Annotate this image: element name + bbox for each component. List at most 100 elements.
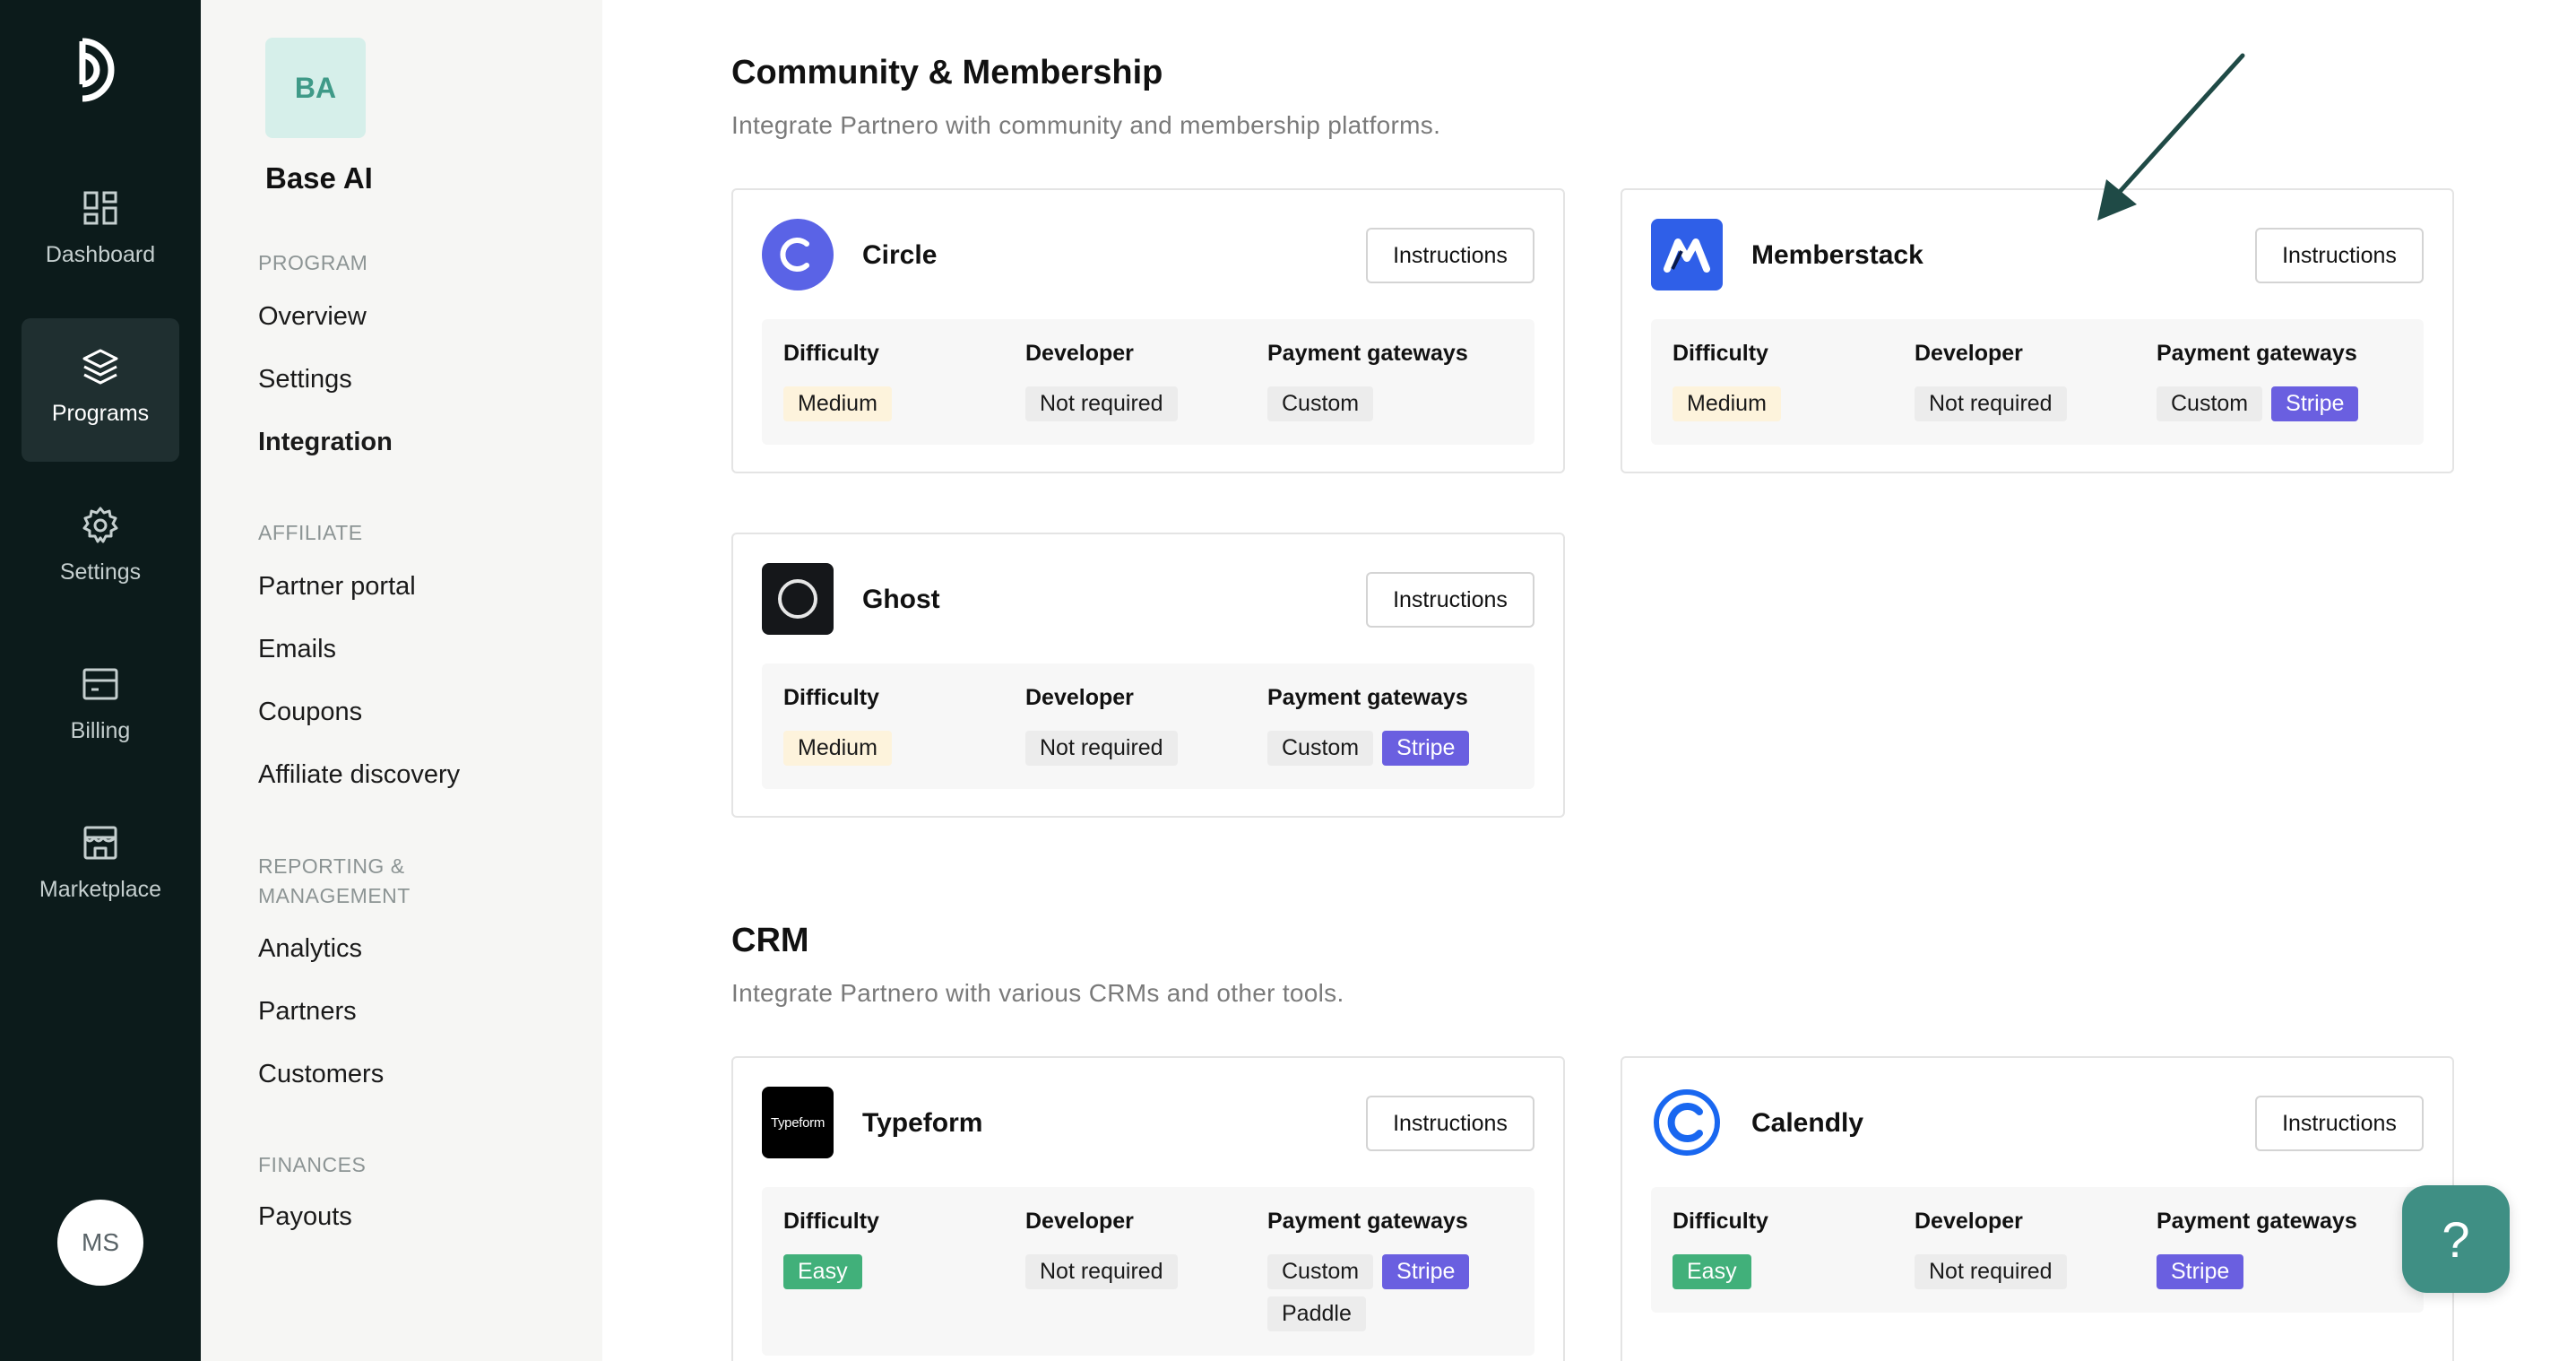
- payment-gateways-label: Payment gateways: [1267, 341, 1468, 366]
- section-title-affiliate: AFFILIATE: [258, 521, 363, 544]
- nav-overview[interactable]: Overview: [258, 302, 367, 332]
- rail-item-dashboard[interactable]: Dashboard: [22, 160, 179, 303]
- difficulty-badge: Medium: [783, 731, 892, 766]
- section-description-crm: Integrate Partnero with various CRMs and…: [731, 979, 1344, 1007]
- difficulty-label: Difficulty: [1673, 341, 1768, 366]
- gateway-badge: Custom: [1267, 731, 1374, 766]
- help-button[interactable]: ?: [2402, 1185, 2510, 1293]
- integration-name: Ghost: [862, 585, 940, 614]
- memberstack-logo-icon: [1651, 219, 1723, 290]
- org-name: Base AI: [265, 161, 373, 195]
- integration-details: Difficulty Easy Developer Not required Pay…: [1651, 1187, 2424, 1313]
- integration-card-calendly: Calendly Instructions Difficulty Easy Dev…: [1621, 1056, 2454, 1361]
- rail-item-billing[interactable]: Billing: [22, 636, 179, 779]
- section-title-reporting: REPORTING & MANAGEMENT: [258, 854, 411, 907]
- gateway-badge: Paddle: [1267, 1296, 1366, 1331]
- program-subnav: BA Base AI PROGRAM Overview Settings Int…: [201, 0, 602, 1361]
- nav-affiliate-discovery[interactable]: Affiliate discovery: [258, 760, 460, 790]
- nav-integration[interactable]: Integration: [258, 428, 393, 457]
- integration-details: Difficulty Medium Developer Not required P…: [762, 319, 1534, 445]
- payment-gateways-label: Payment gateways: [2157, 1209, 2357, 1234]
- difficulty-badge: Medium: [1673, 386, 1781, 421]
- developer-badge: Not required: [1025, 1254, 1178, 1289]
- developer-label: Developer: [1915, 341, 2023, 366]
- developer-label: Developer: [1915, 1209, 2023, 1234]
- difficulty-label: Difficulty: [1673, 1209, 1768, 1234]
- difficulty-badge: Easy: [783, 1254, 862, 1289]
- developer-badge: Not required: [1915, 1254, 2067, 1289]
- gateway-badge: Custom: [1267, 1254, 1374, 1289]
- payment-gateways-label: Payment gateways: [1267, 685, 1468, 710]
- dashboard-icon: [83, 191, 117, 225]
- developer-label: Developer: [1025, 341, 1134, 366]
- difficulty-badge: Easy: [1673, 1254, 1751, 1289]
- instructions-button[interactable]: Instructions: [2255, 228, 2424, 283]
- payment-gateways-label: Payment gateways: [1267, 1209, 1468, 1234]
- section-description-community: Integrate Partnero with community and me…: [731, 111, 1441, 139]
- developer-badge: Not required: [1025, 386, 1178, 421]
- rail-label: Dashboard: [45, 242, 156, 267]
- nav-partner-portal[interactable]: Partner portal: [258, 572, 416, 602]
- typeform-logo-icon: Typeform: [762, 1087, 834, 1158]
- partnero-logo-icon[interactable]: [72, 36, 129, 104]
- integration-name: Typeform: [862, 1108, 983, 1138]
- integration-details: Difficulty Medium Developer Not required P…: [762, 663, 1534, 789]
- integration-card-ghost: Ghost Instructions Difficulty Medium Deve…: [731, 533, 1565, 818]
- section-title-program: PROGRAM: [258, 251, 368, 274]
- rail-label: Programs: [51, 401, 150, 426]
- nav-analytics[interactable]: Analytics: [258, 934, 362, 964]
- main-rail: Dashboard Programs Settings Billing Mark…: [0, 0, 201, 1361]
- difficulty-label: Difficulty: [783, 341, 879, 366]
- circle-logo-icon: [762, 219, 834, 290]
- nav-partners[interactable]: Partners: [258, 997, 357, 1027]
- developer-label: Developer: [1025, 685, 1134, 710]
- instructions-button[interactable]: Instructions: [2255, 1096, 2424, 1151]
- integration-details: Difficulty Easy Developer Not required Pay…: [762, 1187, 1534, 1356]
- difficulty-label: Difficulty: [783, 1209, 879, 1234]
- nav-coupons[interactable]: Coupons: [258, 698, 362, 727]
- payment-gateways-label: Payment gateways: [2157, 341, 2357, 366]
- gear-icon: [82, 507, 118, 543]
- integration-card-typeform: Typeform Typeform Instructions Difficult…: [731, 1056, 1565, 1361]
- section-title-community: Community & Membership: [731, 54, 1163, 91]
- layers-icon: [82, 349, 118, 385]
- gateway-badge-stripe: Stripe: [1382, 1254, 1470, 1289]
- nav-emails[interactable]: Emails: [258, 635, 336, 664]
- nav-payouts[interactable]: Payouts: [258, 1202, 352, 1232]
- instructions-button[interactable]: Instructions: [1366, 572, 1534, 628]
- ghost-logo-icon: [762, 563, 834, 635]
- integration-name: Calendly: [1751, 1108, 1864, 1138]
- nav-settings[interactable]: Settings: [258, 365, 352, 394]
- rail-item-marketplace[interactable]: Marketplace: [22, 794, 179, 938]
- instructions-button[interactable]: Instructions: [1366, 228, 1534, 283]
- developer-label: Developer: [1025, 1209, 1134, 1234]
- gateway-badge-stripe: Stripe: [1382, 731, 1470, 766]
- integration-name: Circle: [862, 240, 938, 270]
- integration-details: Difficulty Medium Developer Not required P…: [1651, 319, 2424, 445]
- main-content: Community & Membership Integrate Partner…: [602, 0, 2576, 1361]
- rail-item-programs[interactable]: Programs: [22, 318, 179, 462]
- user-avatar[interactable]: MS: [57, 1200, 143, 1286]
- gateway-badge-stripe: Stripe: [2271, 386, 2359, 421]
- section-title-crm: CRM: [731, 922, 809, 959]
- integration-card-memberstack: Memberstack Instructions Difficulty Mediu…: [1621, 188, 2454, 473]
- billing-icon: [82, 668, 118, 700]
- integration-name: Memberstack: [1751, 240, 1923, 270]
- rail-label: Settings: [59, 559, 142, 585]
- store-icon: [83, 826, 117, 860]
- nav-customers[interactable]: Customers: [258, 1060, 384, 1089]
- gateway-badge-stripe: Stripe: [2157, 1254, 2244, 1289]
- rail-label: Billing: [70, 718, 131, 743]
- annotation-arrow-icon: [2097, 53, 2245, 221]
- calendly-logo-icon: [1651, 1087, 1723, 1158]
- developer-badge: Not required: [1025, 731, 1178, 766]
- rail-label: Marketplace: [39, 877, 162, 902]
- org-avatar: BA: [265, 38, 366, 138]
- gateway-badge: Custom: [2157, 386, 2263, 421]
- instructions-button[interactable]: Instructions: [1366, 1096, 1534, 1151]
- integration-card-circle: Circle Instructions Difficulty Medium Dev…: [731, 188, 1565, 473]
- rail-item-settings[interactable]: Settings: [22, 477, 179, 620]
- difficulty-badge: Medium: [783, 386, 892, 421]
- gateway-badge: Custom: [1267, 386, 1374, 421]
- difficulty-label: Difficulty: [783, 685, 879, 710]
